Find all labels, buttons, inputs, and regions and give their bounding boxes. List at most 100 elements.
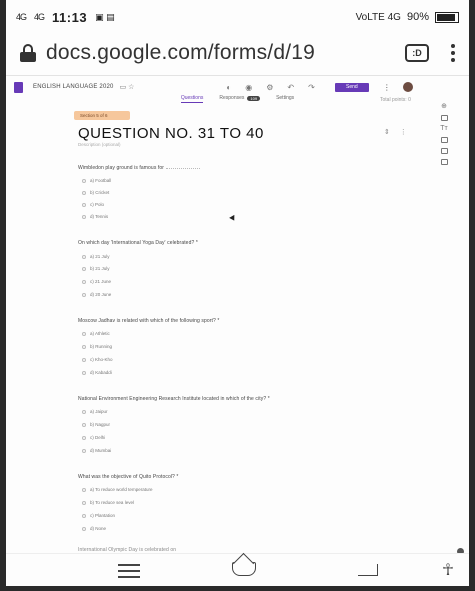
add-question-icon[interactable]: ⊕ bbox=[441, 103, 447, 110]
undo-icon[interactable]: ↶ bbox=[287, 83, 294, 92]
total-points: Total points: 0 bbox=[380, 97, 411, 103]
add-title-icon[interactable]: Tт bbox=[440, 125, 447, 132]
preview-icon[interactable]: ◉ bbox=[245, 83, 252, 92]
question-text[interactable]: Moscow Jadhav is related with which of t… bbox=[78, 318, 219, 324]
settings-gear-icon[interactable]: ⚙ bbox=[266, 83, 273, 92]
option-label: c) Polo bbox=[90, 202, 105, 207]
status-bar: 4G 4G 11:13 ▣ ▤ VoLTE 4G 90% bbox=[6, 4, 469, 30]
option-item[interactable]: a) Athletic bbox=[82, 331, 110, 336]
option-label: a) Athletic bbox=[90, 331, 110, 336]
option-label: c) Kho-Kho bbox=[90, 357, 113, 362]
side-toolbar: ⊕ Tт bbox=[437, 103, 451, 165]
header-icons: ◐ ◉ ⚙ ↶ ↷ bbox=[226, 83, 314, 92]
option-label: c) 21 June bbox=[90, 279, 112, 284]
tab-questions[interactable]: Questions bbox=[180, 93, 204, 103]
responses-count-badge: 109 bbox=[247, 95, 261, 101]
option-item[interactable]: a) 21 July bbox=[82, 254, 110, 259]
lock-icon bbox=[20, 43, 36, 62]
option-label: b) Nagpur bbox=[90, 422, 111, 427]
more-options-icon[interactable]: ⋮ bbox=[383, 83, 391, 92]
status-left: 4G 4G 11:13 ▣ ▤ bbox=[16, 10, 115, 25]
radio-icon bbox=[82, 409, 86, 414]
tab-switcher-button[interactable]: :D bbox=[405, 43, 429, 62]
notification-icons: ▣ ▤ bbox=[95, 11, 115, 22]
section-controls: ⇕ ⋮ bbox=[384, 128, 407, 136]
option-item[interactable]: d) Kabaddi bbox=[82, 370, 112, 375]
option-label: c) Delhi bbox=[90, 435, 106, 440]
section-menu-icon[interactable]: ⋮ bbox=[400, 128, 407, 136]
option-label: b) To reduce sea level bbox=[90, 500, 134, 505]
radio-icon bbox=[82, 357, 86, 362]
radio-icon bbox=[82, 190, 86, 195]
radio-icon bbox=[82, 279, 86, 284]
option-item[interactable]: b) To reduce sea level bbox=[82, 500, 134, 505]
question-text[interactable]: On which day 'International Yoga Day' ce… bbox=[78, 240, 198, 246]
radio-icon bbox=[82, 178, 86, 183]
option-item[interactable]: b) Cricket bbox=[82, 190, 109, 195]
option-item[interactable]: c) Kho-Kho bbox=[82, 357, 113, 362]
clock: 11:13 bbox=[52, 9, 88, 25]
option-item[interactable]: d) 20 June bbox=[82, 292, 111, 297]
back-icon[interactable] bbox=[358, 564, 378, 576]
option-item[interactable]: c) Delhi bbox=[82, 435, 105, 440]
palette-icon[interactable]: ◐ bbox=[226, 83, 231, 92]
option-item[interactable]: a) Jaipur bbox=[82, 409, 108, 414]
redo-icon[interactable]: ↷ bbox=[308, 83, 315, 92]
option-label: d) Mumbai bbox=[90, 448, 112, 453]
accessibility-icon[interactable]: ☥ bbox=[442, 560, 454, 580]
option-item[interactable]: c) Plantation bbox=[82, 513, 115, 518]
radio-icon bbox=[82, 202, 86, 207]
signal-indicator-1: 4G bbox=[16, 12, 27, 22]
option-item[interactable]: b) Running bbox=[82, 344, 112, 349]
folder-icon[interactable]: ▭ ☆ bbox=[120, 83, 135, 91]
question-label: Wimbledon play ground is famous for bbox=[78, 165, 165, 171]
option-label: d) 20 June bbox=[90, 292, 112, 297]
home-icon[interactable] bbox=[232, 562, 256, 576]
radio-icon bbox=[82, 526, 86, 531]
import-questions-icon[interactable] bbox=[440, 115, 448, 121]
network-info: VoLTE 4G bbox=[355, 11, 401, 23]
radio-icon bbox=[82, 331, 86, 336]
section-description[interactable]: Description (optional) bbox=[78, 142, 121, 147]
browser-url-bar[interactable]: docs.google.com/forms/d/19 :D bbox=[6, 30, 469, 76]
add-video-icon[interactable] bbox=[440, 148, 448, 154]
add-section-icon[interactable] bbox=[440, 159, 448, 165]
avatar[interactable] bbox=[402, 82, 413, 92]
radio-icon bbox=[82, 513, 86, 518]
option-item[interactable]: d) Tennis bbox=[82, 214, 108, 219]
option-item[interactable]: b) Nagpur bbox=[82, 422, 110, 427]
option-item[interactable]: a) To reduce world temperature bbox=[82, 487, 152, 492]
mouse-cursor-icon bbox=[229, 214, 237, 223]
option-item[interactable]: c) 21 June bbox=[82, 279, 111, 284]
add-image-icon[interactable] bbox=[440, 137, 448, 143]
option-label: d) Tennis bbox=[90, 214, 109, 219]
option-item[interactable]: d) Mumbai bbox=[82, 448, 111, 453]
send-button[interactable]: Send bbox=[334, 82, 369, 92]
battery-icon bbox=[435, 11, 459, 23]
question-blank bbox=[166, 168, 201, 169]
question-text[interactable]: National Environment Engineering Researc… bbox=[78, 396, 270, 402]
section-title[interactable]: QUESTION NO. 31 TO 40 bbox=[78, 125, 264, 142]
option-item[interactable]: c) Polo bbox=[82, 202, 104, 207]
option-item[interactable]: b) 21 July bbox=[82, 266, 110, 271]
section-tag: Section 5 of 6 bbox=[74, 111, 130, 120]
tab-responses[interactable]: Responses 109 bbox=[219, 93, 261, 103]
option-item[interactable]: d) None bbox=[82, 526, 106, 531]
option-label: a) Football bbox=[90, 178, 112, 183]
url-text[interactable]: docs.google.com/forms/d/19 bbox=[46, 41, 405, 65]
forms-logo-icon[interactable] bbox=[14, 81, 23, 93]
question-text[interactable]: What was the objective of Quito Protocol… bbox=[78, 474, 178, 480]
question-text[interactable]: Wimbledon play ground is famous for bbox=[78, 165, 201, 171]
radio-icon bbox=[82, 214, 86, 219]
collapse-icon[interactable]: ⇕ bbox=[384, 128, 390, 136]
radio-icon bbox=[82, 487, 86, 492]
form-title[interactable]: ENGLISH LANGUAGE 2020 bbox=[33, 84, 114, 90]
option-label: d) None bbox=[90, 526, 107, 531]
option-label: c) Plantation bbox=[90, 513, 116, 518]
browser-menu-icon[interactable] bbox=[451, 43, 455, 62]
tab-settings[interactable]: Settings bbox=[276, 93, 294, 103]
option-label: d) Kabaddi bbox=[90, 370, 112, 375]
option-item[interactable]: a) Football bbox=[82, 178, 111, 183]
android-nav-bar: ☥ bbox=[6, 553, 469, 586]
recent-apps-icon[interactable] bbox=[118, 564, 140, 578]
